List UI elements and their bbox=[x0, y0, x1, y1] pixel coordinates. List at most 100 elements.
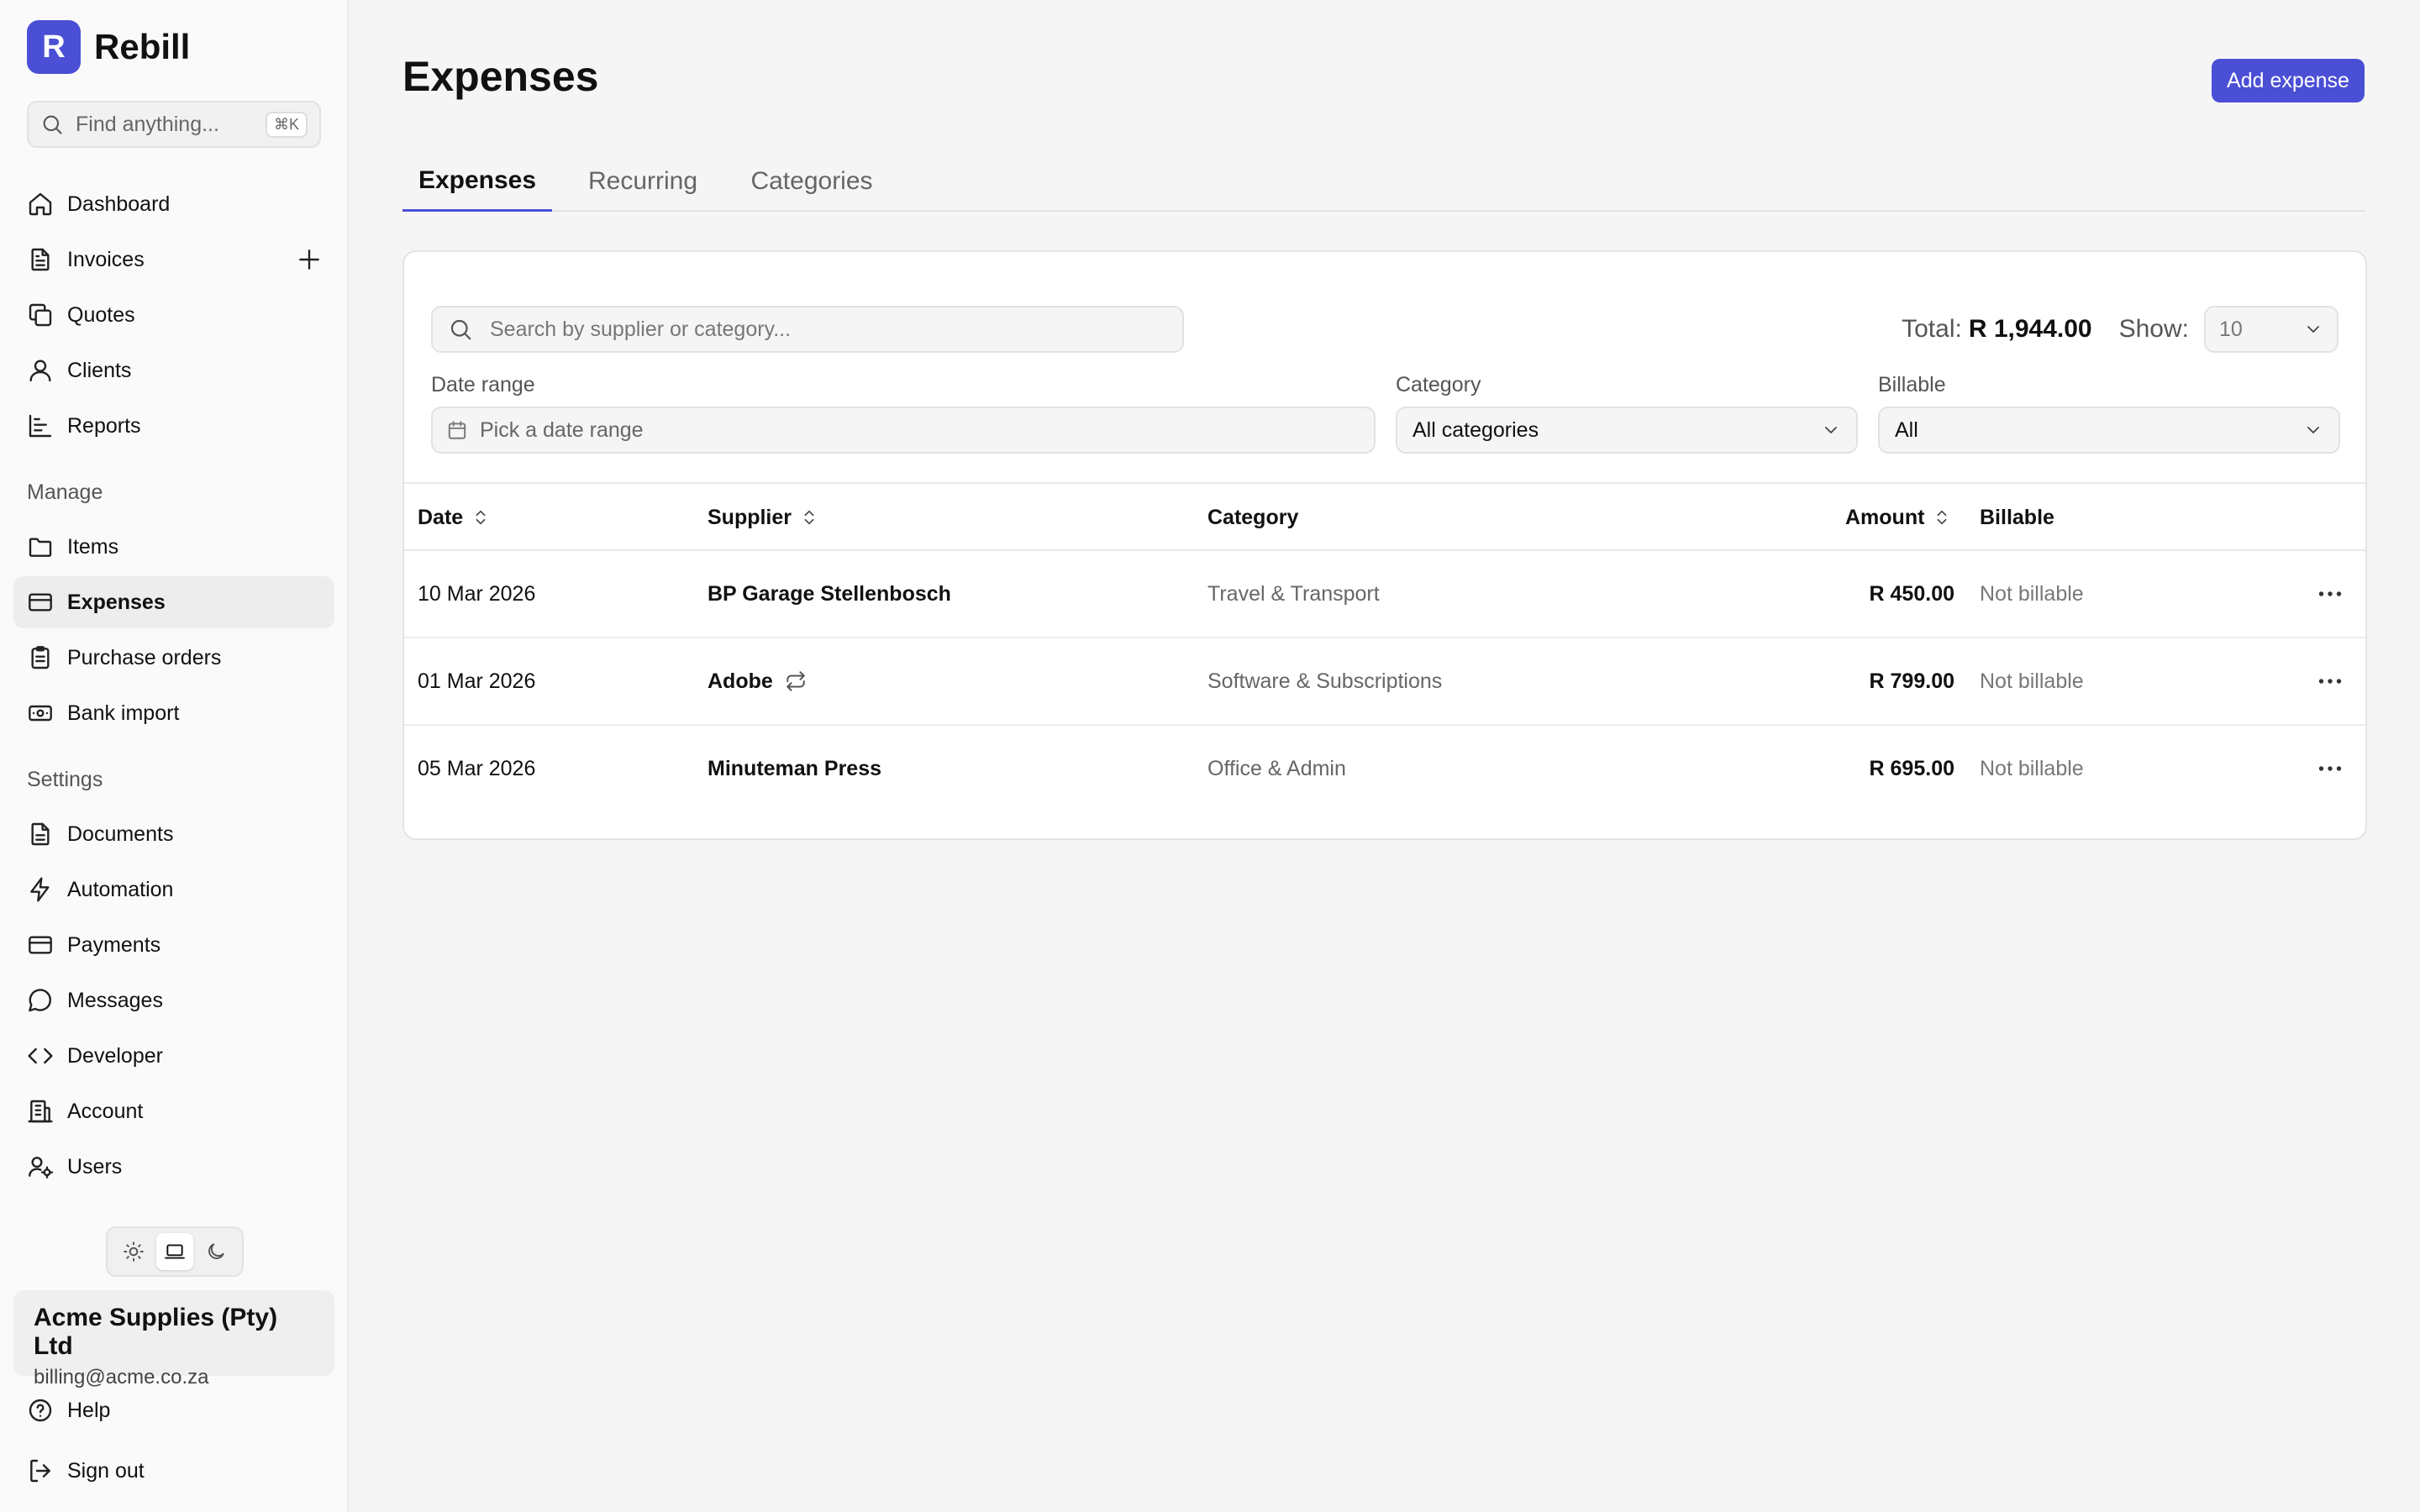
column-header-billable: Billable bbox=[1980, 484, 2054, 551]
category-filter-value: All categories bbox=[1413, 417, 1539, 442]
sidebar-item-account[interactable]: Account bbox=[13, 1085, 334, 1137]
theme-dark-button[interactable] bbox=[197, 1233, 234, 1270]
moon-icon bbox=[205, 1241, 227, 1263]
sidebar-item-payments[interactable]: Payments bbox=[13, 919, 334, 971]
date-range-picker[interactable] bbox=[431, 407, 1376, 454]
sort-icon bbox=[800, 508, 818, 527]
theme-system-button[interactable] bbox=[155, 1233, 193, 1270]
sidebar-item-label: Expenses bbox=[67, 590, 166, 614]
sidebar-item-label: Developer bbox=[67, 1043, 163, 1068]
table-row[interactable]: 05 Mar 2026 Minuteman Press Office & Adm… bbox=[404, 726, 2365, 813]
more-options-icon[interactable] bbox=[2315, 753, 2345, 784]
column-header-label: Category bbox=[1207, 505, 1299, 529]
global-search-input[interactable] bbox=[76, 112, 266, 137]
page-size-select[interactable]: 10 bbox=[2204, 306, 2338, 353]
table-row[interactable]: 01 Mar 2026 Adobe Software & Subscriptio… bbox=[404, 638, 2365, 726]
building-icon bbox=[27, 1098, 54, 1125]
sidebar-item-label: Users bbox=[67, 1154, 123, 1179]
column-header-label: Date bbox=[418, 505, 464, 529]
copy-icon bbox=[27, 302, 54, 328]
sidebar-item-messages[interactable]: Messages bbox=[13, 974, 334, 1026]
more-options-icon[interactable] bbox=[2315, 666, 2345, 696]
sidebar-item-dashboard[interactable]: Dashboard bbox=[13, 178, 334, 230]
sidebar-item-automation[interactable]: Automation bbox=[13, 864, 334, 916]
sidebar-item-documents[interactable]: Documents bbox=[13, 808, 334, 860]
cell-date: 01 Mar 2026 bbox=[418, 669, 536, 693]
cell-billable: Not billable bbox=[1980, 669, 2084, 693]
column-header-supplier[interactable]: Supplier bbox=[708, 484, 818, 551]
tab-expenses[interactable]: Expenses bbox=[402, 151, 552, 212]
sidebar-item-label: Dashboard bbox=[67, 192, 171, 216]
sidebar-item-invoices[interactable]: Invoices bbox=[13, 234, 334, 286]
account-card[interactable]: Acme Supplies (Pty) Ltd billing@acme.co.… bbox=[13, 1290, 334, 1389]
sidebar-item-label: Payments bbox=[67, 932, 161, 957]
date-range-label: Date range bbox=[431, 373, 535, 396]
column-header-amount-anchor bbox=[1833, 484, 1834, 551]
expense-search[interactable] bbox=[431, 306, 1184, 353]
account-name: Acme Supplies (Pty) Ltd bbox=[34, 1304, 278, 1360]
credit-card-icon bbox=[27, 589, 54, 616]
sidebar-item-purchase-orders[interactable]: Purchase orders bbox=[13, 632, 334, 684]
supplier-name[interactable]: BP Garage Stellenbosch bbox=[708, 582, 951, 606]
theme-light-button[interactable] bbox=[115, 1233, 152, 1270]
sidebar-item-label: Reports bbox=[67, 413, 141, 438]
cell-amount: R 450.00 bbox=[1869, 581, 1954, 606]
sidebar-item-label: Purchase orders bbox=[67, 645, 222, 669]
tab-bar: Expenses Recurring Categories bbox=[402, 151, 2365, 212]
column-header-category: Category bbox=[1207, 484, 1298, 551]
category-filter-select[interactable]: All categories bbox=[1396, 407, 1858, 454]
plus-icon[interactable] bbox=[296, 246, 323, 273]
cell-billable: Not billable bbox=[1980, 581, 2084, 606]
column-header-date[interactable]: Date bbox=[418, 484, 490, 551]
column-header-label: Amount bbox=[1845, 505, 1925, 529]
global-search[interactable]: ⌘K bbox=[27, 101, 321, 148]
sidebar-item-label: Sign out bbox=[67, 1458, 145, 1483]
table-row[interactable]: 10 Mar 2026 BP Garage Stellenbosch Trave… bbox=[404, 551, 2365, 638]
tab-categories[interactable]: Categories bbox=[730, 151, 893, 212]
cell-supplier: Minuteman Press bbox=[708, 726, 881, 811]
tab-recurring[interactable]: Recurring bbox=[567, 151, 718, 212]
sun-icon bbox=[123, 1241, 145, 1263]
supplier-name[interactable]: Adobe bbox=[708, 669, 773, 694]
sidebar-item-clients[interactable]: Clients bbox=[13, 344, 334, 396]
cell-supplier: Adobe bbox=[708, 638, 807, 724]
sidebar-item-reports[interactable]: Reports bbox=[13, 400, 334, 452]
brand[interactable]: R Rebill bbox=[27, 20, 190, 74]
page-size-value: 10 bbox=[2219, 317, 2243, 341]
billable-filter-select[interactable]: All bbox=[1878, 407, 2340, 454]
chevron-down-icon bbox=[1821, 420, 1841, 440]
banknote-icon bbox=[27, 700, 54, 727]
more-options-icon[interactable] bbox=[2315, 579, 2345, 609]
sidebar-item-expenses[interactable]: Expenses bbox=[13, 576, 334, 628]
brand-name: Rebill bbox=[94, 27, 191, 66]
sign-out-icon bbox=[27, 1457, 54, 1484]
billable-filter-label: Billable bbox=[1878, 373, 1946, 396]
calendar-icon bbox=[446, 419, 468, 441]
expense-search-input[interactable] bbox=[490, 317, 1167, 342]
sidebar-item-label: Automation bbox=[67, 877, 174, 901]
date-range-input[interactable] bbox=[480, 417, 1360, 443]
show-label: Show: bbox=[2118, 315, 2189, 343]
laptop-icon bbox=[164, 1241, 186, 1263]
sidebar-item-label: Messages bbox=[67, 988, 163, 1012]
cell-billable: Not billable bbox=[1980, 756, 2084, 780]
chevron-down-icon bbox=[2303, 420, 2323, 440]
add-expense-button[interactable]: Add expense bbox=[2212, 59, 2365, 102]
code-icon bbox=[27, 1042, 54, 1069]
column-header-amount[interactable]: Amount bbox=[1845, 484, 1951, 551]
sort-icon bbox=[1933, 508, 1951, 527]
sidebar-item-developer[interactable]: Developer bbox=[13, 1030, 334, 1082]
sidebar-item-items[interactable]: Items bbox=[13, 521, 334, 573]
sidebar-item-users[interactable]: Users bbox=[13, 1141, 334, 1193]
sidebar-item-quotes[interactable]: Quotes bbox=[13, 289, 334, 341]
chevron-down-icon bbox=[2303, 319, 2323, 339]
sidebar-item-help[interactable]: Help bbox=[13, 1384, 334, 1436]
sidebar-item-label: Invoices bbox=[67, 247, 145, 271]
sidebar-item-bank-import[interactable]: Bank import bbox=[13, 687, 334, 739]
sidebar-item-sign-out[interactable]: Sign out bbox=[13, 1445, 334, 1497]
table-header: Date Supplier Category Amount Billable bbox=[404, 482, 2365, 551]
folder-icon bbox=[27, 533, 54, 560]
cell-category: Software & Subscriptions bbox=[1207, 669, 1443, 693]
recurring-icon bbox=[785, 670, 807, 692]
supplier-name[interactable]: Minuteman Press bbox=[708, 757, 881, 781]
